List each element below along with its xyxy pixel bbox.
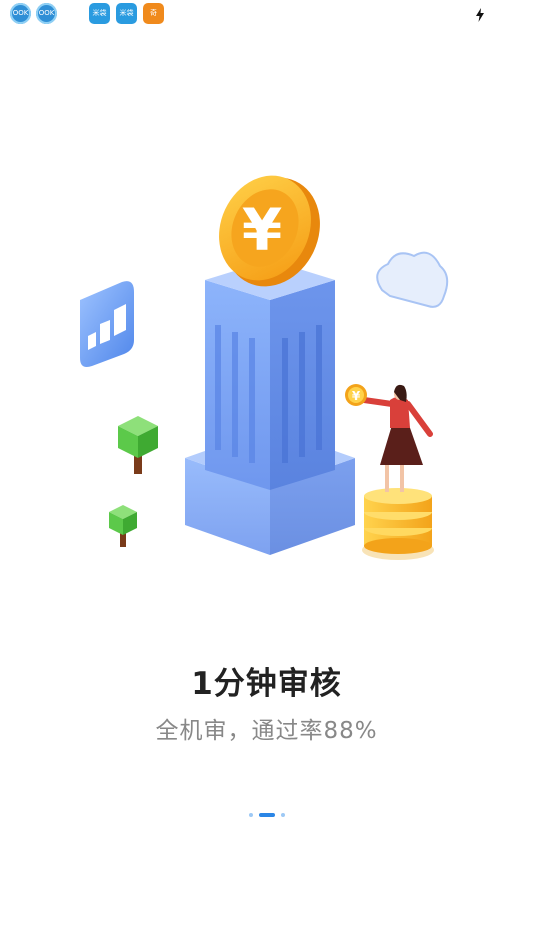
coin-symbol: ¥ (242, 196, 282, 264)
page-dot-1[interactable] (248, 813, 253, 817)
coin-stack-icon (362, 488, 434, 560)
cloud-icon (376, 251, 449, 308)
page-dot-2-active[interactable] (258, 813, 275, 817)
small-coin-symbol: ¥ (352, 389, 361, 403)
growth-chart-card-icon (80, 281, 134, 367)
woman-figure (361, 384, 433, 492)
page-indicator (0, 813, 533, 817)
page-title: 1分钟审核 (191, 666, 342, 702)
tree-icon-small (109, 505, 137, 547)
bank-building (205, 260, 335, 490)
onboarding-illustration: ¥ ¥ (80, 175, 449, 560)
small-yuan-coin-icon: ¥ (345, 384, 367, 406)
page-dot-3[interactable] (280, 813, 285, 817)
page-subtitle: 全机审，通过率88% (155, 718, 378, 744)
tree-icon-large (118, 416, 158, 474)
